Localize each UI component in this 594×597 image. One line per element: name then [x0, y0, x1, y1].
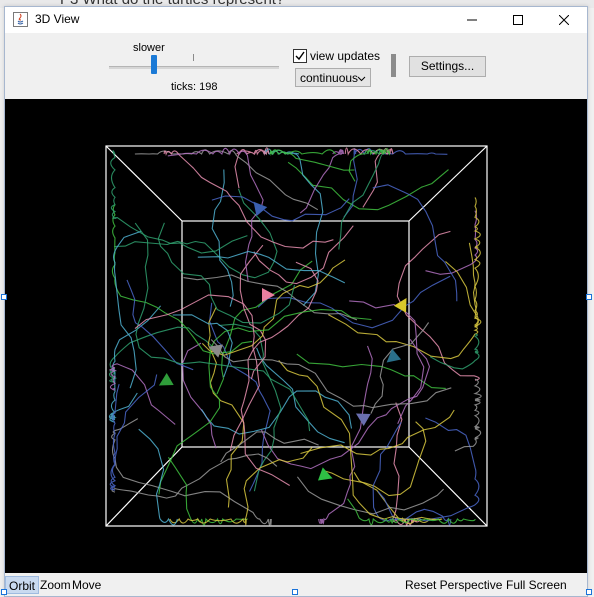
- turtle-trail: [425, 210, 479, 275]
- turtle-trail: [134, 149, 319, 211]
- chevron-down-icon: [357, 69, 366, 94]
- turtle-trail: [109, 374, 158, 491]
- update-indicator: [391, 54, 396, 77]
- turtle-trail: [256, 347, 345, 444]
- window-title: 3D View: [35, 12, 80, 26]
- speed-slider-label: slower: [133, 42, 165, 54]
- turtle-cone: [253, 201, 268, 217]
- speed-slider-thumb[interactable]: [151, 55, 157, 74]
- maximize-icon: [513, 15, 523, 25]
- move-button[interactable]: Move: [69, 576, 104, 594]
- settings-button[interactable]: Settings...: [409, 56, 486, 77]
- turtle-trail: [113, 230, 142, 389]
- turtle-trail: [138, 428, 178, 526]
- reset-perspective-button[interactable]: Reset Perspective: [402, 576, 505, 594]
- 3d-view-window: 3D View slower ticks: 198 view updates c…: [4, 6, 588, 597]
- turtle-trail: [391, 402, 422, 526]
- minimize-icon: [467, 19, 477, 21]
- resize-handle-bottom[interactable]: [292, 589, 298, 595]
- turtle-trail: [211, 169, 234, 307]
- turtle-trail: [296, 476, 444, 515]
- turtle-trail: [372, 184, 458, 302]
- turtle-trail: [182, 342, 217, 449]
- turtle-trail: [210, 339, 452, 409]
- turtle-trail: [169, 447, 313, 526]
- turtle-trail: [111, 453, 278, 499]
- turtle-cone: [158, 372, 174, 386]
- full-screen-button[interactable]: Full Screen: [503, 576, 570, 594]
- turtle-trail: [257, 275, 451, 329]
- turtle-trail: [201, 259, 346, 356]
- turtle-cone: [262, 288, 275, 302]
- turtle-trail: [207, 306, 245, 508]
- resize-handle-bottom-left[interactable]: [1, 589, 7, 595]
- speed-slider-midpoint-tick: [193, 54, 194, 61]
- close-icon: [559, 15, 569, 25]
- view-updates-label[interactable]: view updates: [310, 49, 380, 63]
- turtle-trail: [201, 390, 353, 435]
- update-mode-value: continuous: [300, 71, 359, 85]
- turtle-trail: [108, 326, 215, 383]
- turtle-trail: [377, 417, 480, 522]
- view-updates-checkbox[interactable]: [293, 49, 307, 63]
- turtle-trail: [211, 195, 350, 222]
- tick-counter: ticks: 198: [171, 81, 218, 93]
- resize-handle-left[interactable]: [1, 294, 7, 300]
- turtles: [158, 201, 407, 481]
- scene-canvas[interactable]: [5, 99, 587, 573]
- turtle-trail: [110, 150, 248, 254]
- resize-handle-bottom-right[interactable]: [586, 589, 592, 595]
- speed-slider-track[interactable]: [109, 66, 279, 69]
- java-app-icon: [13, 12, 28, 27]
- 3d-viewport[interactable]: [5, 99, 587, 573]
- turtle-trail: [338, 149, 384, 250]
- turtle-trail: [157, 222, 296, 324]
- toolbar: slower ticks: 198 view updates continuou…: [5, 33, 587, 99]
- close-button[interactable]: [541, 7, 587, 33]
- checkmark-icon: [295, 51, 305, 61]
- turtle-trail: [300, 409, 455, 456]
- orbit-button[interactable]: Orbit: [5, 576, 40, 594]
- title-bar[interactable]: 3D View: [5, 7, 587, 33]
- minimize-button[interactable]: [449, 7, 495, 33]
- update-mode-select[interactable]: continuous: [295, 68, 371, 87]
- maximize-button[interactable]: [495, 7, 541, 33]
- turtle-cone: [317, 467, 333, 481]
- turtle-trail: [218, 323, 282, 492]
- resize-handle-right[interactable]: [586, 294, 592, 300]
- turtle-trail: [253, 225, 354, 285]
- turtle-trail: [322, 421, 427, 497]
